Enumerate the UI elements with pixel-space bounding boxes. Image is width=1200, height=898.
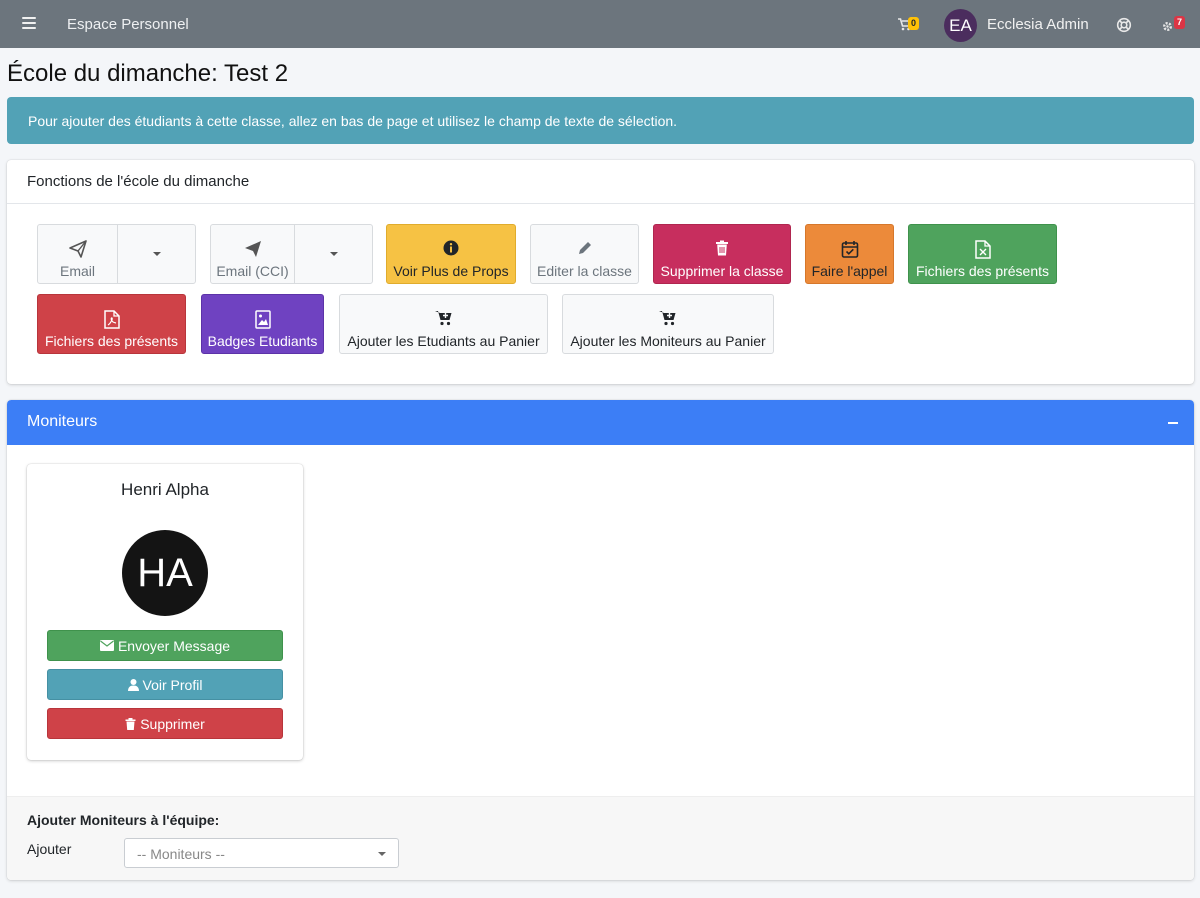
delete-moniteur-button[interactable]: Supprimer <box>47 708 283 739</box>
functions-card: Fonctions de l'école du dimanche Email E… <box>7 160 1194 384</box>
cart-button[interactable]: 0 <box>898 17 926 33</box>
moniteur-card: Henri Alpha HA Envoyer Message Voir Prof… <box>27 464 303 760</box>
calendar-check-icon <box>806 240 893 260</box>
top-navbar: Espace Personnel 0 EA Ecclesia Admin 7 <box>0 0 1200 48</box>
moniteur-name: Henri Alpha <box>121 480 209 499</box>
cart-plus-icon <box>563 310 773 330</box>
functions-card-header: Fonctions de l'école du dimanche <box>7 160 1194 204</box>
moniteurs-card-header: Moniteurs <box>7 400 1194 445</box>
file-pdf-icon <box>38 310 185 330</box>
email-cci-button[interactable]: Email (CCI) <box>211 225 294 283</box>
page-title: École du dimanche: Test 2 <box>7 60 289 87</box>
add-moniteurs-cart-label: Ajouter les Moniteurs au Panier <box>570 333 766 349</box>
user-avatar[interactable]: EA <box>944 9 977 42</box>
add-moniteurs-title: Ajouter Moniteurs à l'équipe: <box>27 812 220 828</box>
email-cci-dropdown-toggle[interactable] <box>294 225 373 283</box>
delete-class-button[interactable]: Supprimer la classe <box>653 224 791 284</box>
file-image-icon <box>202 310 323 330</box>
file-excel-icon <box>909 240 1056 260</box>
view-profile-button[interactable]: Voir Profil <box>47 669 283 700</box>
envelope-icon <box>99 640 114 651</box>
pencil-icon <box>531 240 638 260</box>
add-moniteurs-section: Ajouter Moniteurs à l'équipe: Ajouter --… <box>7 796 1194 880</box>
email-split-button: Email <box>37 224 196 284</box>
delete-moniteur-label: Supprimer <box>140 715 205 732</box>
send-message-button[interactable]: Envoyer Message <box>47 630 283 661</box>
voir-plus-button[interactable]: Voir Plus de Props <box>386 224 516 284</box>
trash-icon <box>125 717 136 730</box>
add-moniteurs-cart-button[interactable]: Ajouter les Moniteurs au Panier <box>562 294 774 354</box>
student-badges-button[interactable]: Badges Etudiants <box>201 294 324 354</box>
voir-plus-label: Voir Plus de Props <box>393 263 509 279</box>
settings-button[interactable]: 7 <box>1162 16 1192 34</box>
moniteurs-select-value: -- Moniteurs -- <box>137 846 225 862</box>
edit-class-label: Editer la classe <box>537 263 632 279</box>
info-alert-text: Pour ajouter des étudiants à cette class… <box>28 113 678 129</box>
caret-down-icon <box>153 252 161 256</box>
trash-icon <box>654 240 790 260</box>
cart-plus-icon <box>340 310 547 330</box>
email-cci-button-label: Email (CCI) <box>216 263 289 279</box>
caret-down-icon <box>330 252 338 256</box>
lifebuoy-icon[interactable] <box>1116 17 1132 33</box>
moniteur-avatar: HA <box>122 530 208 616</box>
attendance-excel-button[interactable]: Fichiers des présents <box>908 224 1057 284</box>
attendance-pdf-label: Fichiers des présents <box>44 333 179 349</box>
add-moniteurs-label: Ajouter <box>27 841 72 857</box>
take-attendance-label: Faire l'appel <box>811 263 888 279</box>
send-message-label: Envoyer Message <box>117 637 231 654</box>
take-attendance-button[interactable]: Faire l'appel <box>805 224 894 284</box>
cart-count-badge: 0 <box>908 17 920 30</box>
email-button[interactable]: Email <box>38 225 117 283</box>
moniteurs-card: Moniteurs Henri Alpha HA Envoyer Message… <box>7 400 1194 880</box>
edit-class-button[interactable]: Editer la classe <box>530 224 639 284</box>
info-circle-icon <box>387 240 515 260</box>
student-badges-label: Badges Etudiants <box>207 333 318 349</box>
moniteurs-title: Moniteurs <box>27 413 98 430</box>
user-icon <box>127 678 139 691</box>
brand-link[interactable]: Espace Personnel <box>67 16 189 33</box>
add-students-cart-button[interactable]: Ajouter les Etudiants au Panier <box>339 294 548 354</box>
email-cci-split-button: Email (CCI) <box>210 224 373 284</box>
paper-plane-icon <box>211 240 294 260</box>
email-dropdown-toggle[interactable] <box>117 225 196 283</box>
moniteurs-select[interactable]: -- Moniteurs -- <box>124 838 399 868</box>
notifications-badge: 7 <box>1174 16 1186 29</box>
add-students-cart-label: Ajouter les Etudiants au Panier <box>347 333 540 349</box>
collapse-minus-icon[interactable] <box>1168 422 1178 424</box>
attendance-pdf-button[interactable]: Fichiers des présents <box>37 294 186 354</box>
user-name-link[interactable]: Ecclesia Admin <box>987 16 1089 33</box>
paper-plane-outline-icon <box>38 240 117 260</box>
menu-toggle-icon[interactable] <box>22 17 36 29</box>
email-button-label: Email <box>59 263 95 279</box>
delete-class-label: Supprimer la classe <box>660 263 784 279</box>
caret-down-icon <box>378 852 386 856</box>
info-alert: Pour ajouter des étudiants à cette class… <box>7 97 1194 144</box>
view-profile-label: Voir Profil <box>142 676 203 693</box>
attendance-excel-label: Fichiers des présents <box>915 263 1050 279</box>
